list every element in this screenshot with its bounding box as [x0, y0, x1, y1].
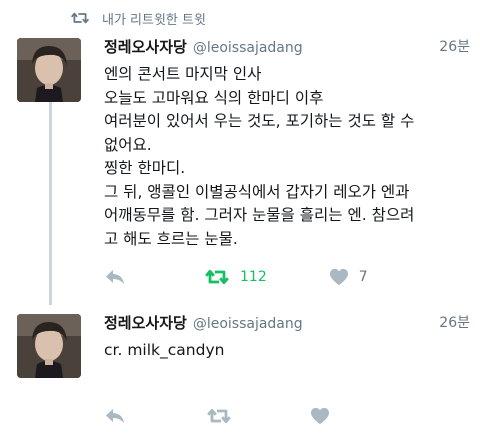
avatar[interactable]	[17, 38, 81, 102]
tweet-header: 정레오사자당 @leoissajadang	[104, 312, 464, 334]
like-button[interactable]: 7	[329, 266, 368, 288]
reply-icon	[106, 270, 124, 284]
display-name[interactable]: 정레오사자당	[104, 36, 187, 57]
retweet-button[interactable]: 112	[204, 266, 267, 288]
retweet-button[interactable]	[206, 405, 232, 427]
tweet-header: 정레오사자당 @leoissajadang	[104, 36, 464, 58]
tweet-text-line: 없어요.	[104, 135, 152, 154]
tweet[interactable]: 정레오사자당 @leoissajadang 26분 엔의 콘서트 마지막 인사 …	[0, 36, 480, 298]
retweet-icon	[70, 12, 90, 24]
like-button[interactable]	[310, 405, 330, 427]
tweet-text-line: 엔의 콘서트 마지막 인사	[104, 65, 262, 83]
tweet[interactable]: 정레오사자당 @leoissajadang 26분 cr. milk_candy…	[0, 312, 480, 439]
tweet-text-line: 어깨동무를 함. 그러자 눈물을 흘리는 엔. 참으려	[104, 206, 415, 224]
username-handle[interactable]: @leoissajadang	[193, 40, 303, 56]
reply-button[interactable]	[104, 266, 126, 288]
reply-icon	[106, 409, 124, 423]
avatar[interactable]	[17, 314, 81, 378]
timestamp[interactable]: 26분	[439, 312, 470, 332]
avatar-image	[17, 38, 81, 102]
username-handle[interactable]: @leoissajadang	[193, 316, 303, 332]
tweet-text: cr. milk_candyn	[104, 339, 474, 363]
heart-icon	[311, 407, 329, 425]
timestamp[interactable]: 26분	[439, 36, 470, 56]
tweet-actions: 112 7	[104, 266, 368, 288]
retweet-context-text: 내가 리트윗한 트윗	[102, 12, 206, 28]
display-name[interactable]: 정레오사자당	[104, 312, 187, 333]
retweet-count: 112	[240, 269, 267, 285]
tweet-text-line: 오늘도 고마워요 식의 한마디 이후	[104, 88, 324, 107]
tweet-text-line: cr. milk_candyn	[104, 341, 225, 359]
like-count: 7	[358, 269, 368, 285]
tweet-actions	[104, 405, 330, 427]
tweet-text-line: 그 뒤, 앵콜인 이별공식에서 갑자기 레오가 엔과	[104, 182, 410, 201]
tweet-text-line: 고 해도 흐르는 눈물.	[104, 229, 238, 248]
avatar-image	[17, 314, 81, 378]
reply-button[interactable]	[104, 405, 126, 427]
tweet-text-line: 여러분이 있어서 우는 것도, 포기하는 것도 할 수	[104, 112, 415, 130]
retweet-icon	[205, 269, 229, 285]
tweet-text-line: 찡한 한마디.	[104, 159, 186, 177]
retweet-context-header: 내가 리트윗한 트윗	[70, 8, 206, 28]
retweet-icon	[207, 408, 231, 424]
tweet-text: 엔의 콘서트 마지막 인사 오늘도 고마워요 식의 한마디 이후 여러분이 있어…	[104, 63, 474, 251]
heart-icon	[329, 268, 348, 286]
